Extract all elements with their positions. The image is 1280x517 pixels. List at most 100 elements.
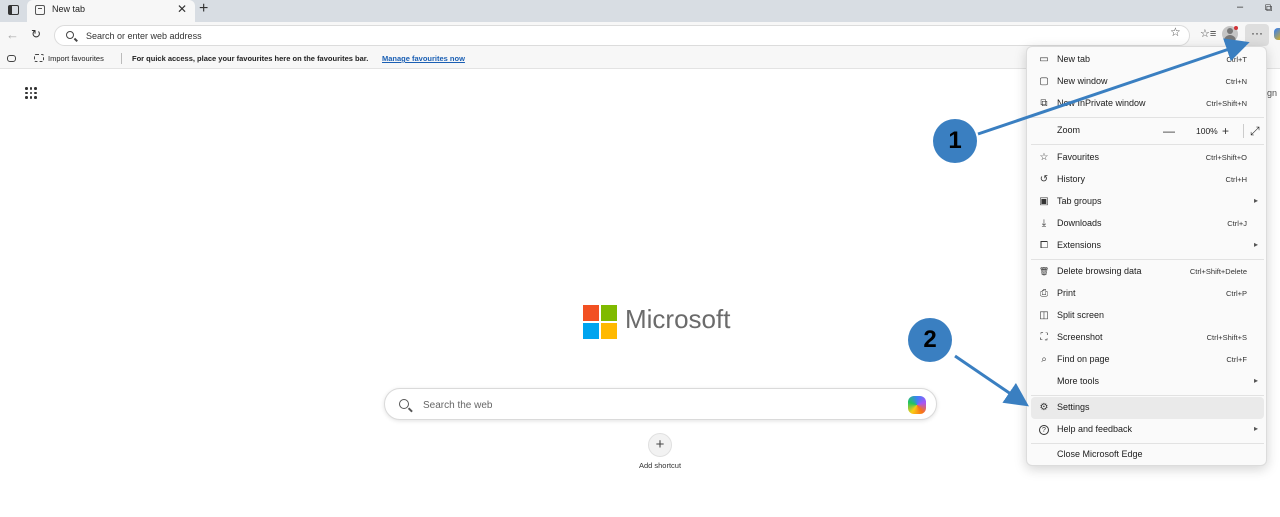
restore-button[interactable]: ⧉	[1265, 3, 1272, 14]
menu-item-shortcut: Ctrl+Shift+O	[1205, 153, 1247, 162]
menu-item-new-window[interactable]: ▢ New window Ctrl+N	[1031, 71, 1264, 93]
menu-item-settings[interactable]: ⚙ Settings	[1031, 397, 1264, 419]
favourites-button[interactable]: ☆≡	[1200, 27, 1216, 40]
zoom-level: 100%	[1196, 126, 1218, 136]
search-icon	[66, 31, 74, 39]
find-icon: ⌕	[1041, 354, 1047, 365]
menu-item-more-tools[interactable]: More tools ▸	[1031, 371, 1264, 393]
help-icon: ?	[1039, 425, 1049, 435]
manage-favourites-link[interactable]: Manage favourites now	[382, 54, 465, 63]
menu-divider	[1031, 117, 1264, 118]
menu-item-screenshot[interactable]: ⛶ Screenshot Ctrl+Shift+S	[1031, 327, 1264, 349]
profile-notification-badge	[1234, 26, 1238, 30]
fullscreen-icon[interactable]: ⤢	[1250, 124, 1260, 139]
menu-item-shortcut: Ctrl+P	[1225, 289, 1247, 298]
menu-item-help-and-feedback[interactable]: ? Help and feedback ▸	[1031, 419, 1264, 441]
menu-item-label: Zoom	[1057, 125, 1081, 135]
menu-item-new-inprivate-window[interactable]: ⧉ New InPrivate window Ctrl+Shift+N	[1031, 93, 1264, 115]
menu-item-shortcut: Ctrl+T	[1226, 55, 1247, 64]
menu-item-zoom: Zoom — 100% + ⤢	[1031, 120, 1264, 142]
menu-item-shortcut: Ctrl+F	[1226, 355, 1247, 364]
copilot-icon[interactable]	[908, 396, 926, 414]
menu-item-label: More tools	[1057, 376, 1100, 386]
tab-groups-icon: ▣	[1039, 196, 1049, 207]
chevron-right-icon: ▸	[1253, 424, 1258, 433]
menu-item-split-screen[interactable]: ◫ Split screen	[1031, 305, 1264, 327]
web-search-input[interactable]	[423, 397, 863, 413]
callout-1-badge: 1	[933, 119, 977, 163]
add-shortcut-label: Add shortcut	[638, 461, 682, 470]
history-icon: ↺	[1039, 174, 1049, 185]
import-favourites-link[interactable]: Import favourites	[48, 54, 104, 63]
search-icon	[399, 399, 409, 409]
arrow-to-settings	[954, 354, 1029, 407]
divider	[121, 53, 122, 64]
menu-item-label: Close Microsoft Edge	[1057, 449, 1143, 459]
minimize-button[interactable]: –	[1237, 1, 1243, 13]
menu-item-find-on-page[interactable]: ⌕ Find on page Ctrl+F	[1031, 349, 1264, 371]
back-button[interactable]: ←	[6, 27, 19, 42]
apps-launcher-icon[interactable]	[25, 87, 37, 99]
copilot-icon[interactable]	[1274, 28, 1280, 40]
tab-strip: New tab ✕ + – ⧉	[0, 0, 1280, 22]
menu-item-print[interactable]: ⎙ Print Ctrl+P	[1031, 283, 1264, 305]
menu-divider	[1031, 144, 1264, 145]
menu-item-label: New window	[1057, 76, 1108, 86]
add-shortcut-button[interactable]: +	[648, 433, 672, 457]
favourites-bar-icon	[7, 55, 16, 62]
refresh-button[interactable]: ↻	[31, 27, 41, 41]
chevron-right-icon: ▸	[1253, 376, 1258, 385]
menu-item-label: Tab groups	[1057, 196, 1102, 206]
menu-item-shortcut: Ctrl+Shift+Delete	[1189, 267, 1247, 276]
add-favourite-star-icon[interactable]: ☆	[1170, 25, 1181, 39]
web-search-box[interactable]	[384, 388, 937, 420]
menu-item-extensions[interactable]: ⧠ Extensions ▸	[1031, 235, 1264, 257]
favourites-hint-text: For quick access, place your favourites …	[132, 54, 369, 63]
microsoft-logo-icon	[583, 305, 617, 339]
menu-item-new-tab[interactable]: ▭ New tab Ctrl+T	[1031, 49, 1264, 71]
new-tab-favicon-icon	[35, 5, 45, 15]
zoom-in-button[interactable]: +	[1222, 124, 1229, 138]
menu-item-favourites[interactable]: ☆ Favourites Ctrl+Shift+O	[1031, 147, 1264, 169]
menu-item-label: Downloads	[1057, 218, 1102, 228]
tab-title: New tab	[52, 4, 86, 14]
menu-divider	[1031, 395, 1264, 396]
menu-item-label: Screenshot	[1057, 332, 1103, 342]
zoom-divider	[1243, 124, 1244, 138]
menu-item-label: History	[1057, 174, 1086, 184]
tab-new-tab[interactable]: New tab ✕	[27, 0, 195, 22]
menu-divider	[1031, 259, 1264, 260]
settings-and-more-menu: ▭ New tab Ctrl+T ▢ New window Ctrl+N ⧉ N…	[1026, 46, 1267, 466]
gear-icon: ⚙	[1039, 402, 1049, 413]
trash-icon: 🗑	[1038, 267, 1050, 276]
menu-item-label: Print	[1057, 288, 1076, 298]
menu-item-label: Favourites	[1057, 152, 1100, 162]
menu-item-label: New tab	[1057, 54, 1091, 64]
tab-close-icon[interactable]: ✕	[177, 2, 187, 16]
menu-item-downloads[interactable]: ⤓ Downloads Ctrl+J	[1031, 213, 1264, 235]
menu-item-history[interactable]: ↺ History Ctrl+H	[1031, 169, 1264, 191]
menu-item-shortcut: Ctrl+J	[1227, 219, 1247, 228]
settings-and-more-button[interactable]: ···	[1245, 24, 1269, 46]
menu-item-delete-browsing-data[interactable]: 🗑 Delete browsing data Ctrl+Shift+Delete	[1031, 261, 1264, 283]
toolbar: ← ↻ ☆ ☆≡ ···	[0, 22, 1280, 49]
menu-item-label: Split screen	[1057, 310, 1105, 320]
sidebar-toggle-icon[interactable]	[8, 5, 19, 15]
import-folder-icon	[34, 54, 44, 62]
new-window-icon: ▢	[1039, 76, 1049, 87]
menu-item-shortcut: Ctrl+Shift+S	[1206, 333, 1247, 342]
menu-item-tab-groups[interactable]: ▣ Tab groups ▸	[1031, 191, 1264, 213]
downloads-icon: ⤓	[1041, 218, 1047, 229]
callout-2-badge: 2	[908, 318, 952, 362]
new-tab-button[interactable]: +	[199, 0, 208, 18]
address-input[interactable]	[86, 29, 786, 43]
favourites-icon: ☆	[1039, 152, 1049, 163]
address-bar[interactable]	[54, 25, 1190, 46]
screenshot-icon: ⛶	[1040, 332, 1048, 343]
split-screen-icon: ◫	[1039, 310, 1049, 321]
menu-item-close-microsoft-edge[interactable]: Close Microsoft Edge	[1031, 444, 1264, 466]
microsoft-wordmark: Microsoft	[625, 304, 731, 334]
chevron-right-icon: ▸	[1253, 196, 1258, 205]
zoom-out-button[interactable]: —	[1163, 124, 1175, 138]
menu-item-shortcut: Ctrl+N	[1225, 77, 1247, 86]
